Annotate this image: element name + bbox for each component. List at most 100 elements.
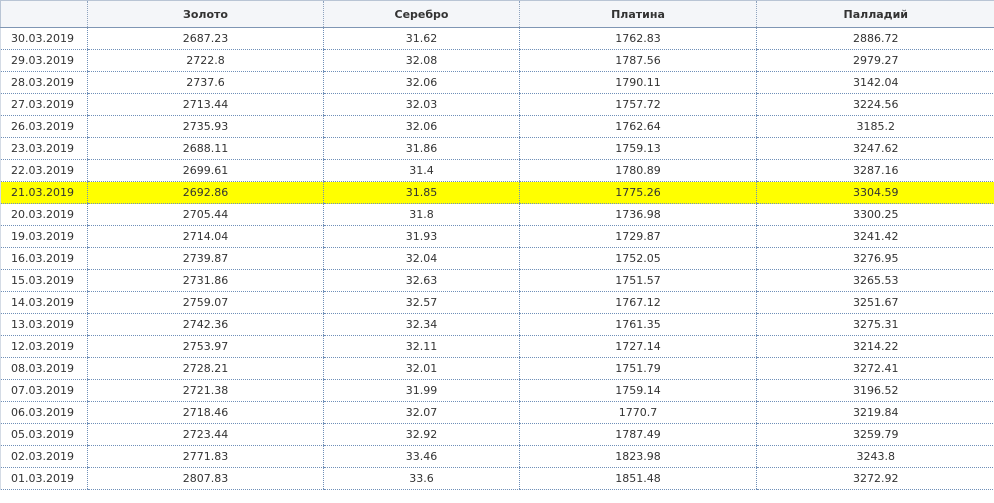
- table-row: 22.03.2019 2699.61 31.4 1780.89 3287.16: [0, 159, 994, 182]
- table-row: 26.03.2019 2735.93 32.06 1762.64 3185.2: [0, 115, 994, 138]
- platinum-price-cell: 1751.79: [519, 357, 757, 380]
- palladium-price-cell: 3142.04: [756, 71, 994, 94]
- silver-price-cell: 31.4: [323, 159, 520, 182]
- silver-price-cell: 32.57: [323, 291, 520, 314]
- header-platinum[interactable]: Платина: [519, 0, 757, 28]
- gold-price-cell: 2687.23: [87, 27, 324, 50]
- gold-price-cell: 2735.93: [87, 115, 324, 138]
- date-cell: 22.03.2019: [0, 159, 88, 182]
- palladium-price-cell: 3272.41: [756, 357, 994, 380]
- header-row: Золото Серебро Платина Палладий: [0, 0, 994, 28]
- date-cell: 20.03.2019: [0, 203, 88, 226]
- palladium-price-cell: 3259.79: [756, 423, 994, 446]
- silver-price-cell: 31.93: [323, 225, 520, 248]
- silver-price-cell: 32.11: [323, 335, 520, 358]
- header-silver[interactable]: Серебро: [323, 0, 520, 28]
- table-row: 16.03.2019 2739.87 32.04 1752.05 3276.95: [0, 247, 994, 270]
- table-row: 12.03.2019 2753.97 32.11 1727.14 3214.22: [0, 335, 994, 358]
- gold-price-cell: 2721.38: [87, 379, 324, 402]
- date-cell: 06.03.2019: [0, 401, 88, 424]
- table-row: 23.03.2019 2688.11 31.86 1759.13 3247.62: [0, 137, 994, 160]
- silver-price-cell: 32.08: [323, 49, 520, 72]
- table-row: 02.03.2019 2771.83 33.46 1823.98 3243.8: [0, 445, 994, 468]
- platinum-price-cell: 1787.56: [519, 49, 757, 72]
- gold-price-cell: 2728.21: [87, 357, 324, 380]
- palladium-price-cell: 3185.2: [756, 115, 994, 138]
- platinum-price-cell: 1727.14: [519, 335, 757, 358]
- silver-price-cell: 32.34: [323, 313, 520, 336]
- silver-price-cell: 32.06: [323, 71, 520, 94]
- gold-price-cell: 2742.36: [87, 313, 324, 336]
- palladium-price-cell: 3265.53: [756, 269, 994, 292]
- palladium-price-cell: 3275.31: [756, 313, 994, 336]
- date-cell: 08.03.2019: [0, 357, 88, 380]
- platinum-price-cell: 1729.87: [519, 225, 757, 248]
- silver-price-cell: 32.07: [323, 401, 520, 424]
- gold-price-cell: 2739.87: [87, 247, 324, 270]
- table-row: 13.03.2019 2742.36 32.34 1761.35 3275.31: [0, 313, 994, 336]
- metal-prices-table: Золото Серебро Платина Палладий 30.03.20…: [0, 0, 994, 490]
- date-cell: 05.03.2019: [0, 423, 88, 446]
- table-row: 14.03.2019 2759.07 32.57 1767.12 3251.67: [0, 291, 994, 314]
- header-palladium[interactable]: Палладий: [756, 0, 994, 28]
- silver-price-cell: 31.62: [323, 27, 520, 50]
- palladium-price-cell: 3300.25: [756, 203, 994, 226]
- date-cell: 28.03.2019: [0, 71, 88, 94]
- platinum-price-cell: 1851.48: [519, 467, 757, 490]
- palladium-price-cell: 3304.59: [756, 181, 994, 204]
- gold-price-cell: 2692.86: [87, 181, 324, 204]
- palladium-price-cell: 3224.56: [756, 93, 994, 116]
- table-row: 06.03.2019 2718.46 32.07 1770.7 3219.84: [0, 401, 994, 424]
- date-cell: 02.03.2019: [0, 445, 88, 468]
- silver-price-cell: 33.46: [323, 445, 520, 468]
- platinum-price-cell: 1780.89: [519, 159, 757, 182]
- silver-price-cell: 32.04: [323, 247, 520, 270]
- palladium-price-cell: 3287.16: [756, 159, 994, 182]
- gold-price-cell: 2771.83: [87, 445, 324, 468]
- gold-price-cell: 2699.61: [87, 159, 324, 182]
- platinum-price-cell: 1761.35: [519, 313, 757, 336]
- date-cell: 27.03.2019: [0, 93, 88, 116]
- gold-price-cell: 2723.44: [87, 423, 324, 446]
- date-cell: 15.03.2019: [0, 269, 88, 292]
- platinum-price-cell: 1790.11: [519, 71, 757, 94]
- palladium-price-cell: 3247.62: [756, 137, 994, 160]
- header-gold[interactable]: Золото: [87, 0, 324, 28]
- silver-price-cell: 32.01: [323, 357, 520, 380]
- silver-price-cell: 32.92: [323, 423, 520, 446]
- date-cell: 26.03.2019: [0, 115, 88, 138]
- date-cell: 23.03.2019: [0, 137, 88, 160]
- palladium-price-cell: 3243.8: [756, 445, 994, 468]
- table-row: 20.03.2019 2705.44 31.8 1736.98 3300.25: [0, 203, 994, 226]
- gold-price-cell: 2759.07: [87, 291, 324, 314]
- table-row-highlighted: 21.03.2019 2692.86 31.85 1775.26 3304.59: [0, 181, 994, 204]
- table-row: 27.03.2019 2713.44 32.03 1757.72 3224.56: [0, 93, 994, 116]
- palladium-price-cell: 3219.84: [756, 401, 994, 424]
- date-cell: 07.03.2019: [0, 379, 88, 402]
- silver-price-cell: 32.03: [323, 93, 520, 116]
- metal-prices-table-container: Золото Серебро Платина Палладий 30.03.20…: [0, 0, 994, 490]
- gold-price-cell: 2714.04: [87, 225, 324, 248]
- table-row: 08.03.2019 2728.21 32.01 1751.79 3272.41: [0, 357, 994, 380]
- silver-price-cell: 32.63: [323, 269, 520, 292]
- palladium-price-cell: 3214.22: [756, 335, 994, 358]
- silver-price-cell: 32.06: [323, 115, 520, 138]
- platinum-price-cell: 1787.49: [519, 423, 757, 446]
- platinum-price-cell: 1736.98: [519, 203, 757, 226]
- date-cell: 30.03.2019: [0, 27, 88, 50]
- palladium-price-cell: 3241.42: [756, 225, 994, 248]
- table-row: 07.03.2019 2721.38 31.99 1759.14 3196.52: [0, 379, 994, 402]
- silver-price-cell: 31.86: [323, 137, 520, 160]
- table-header: Золото Серебро Платина Палладий: [0, 0, 994, 28]
- date-cell: 29.03.2019: [0, 49, 88, 72]
- silver-price-cell: 33.6: [323, 467, 520, 490]
- silver-price-cell: 31.85: [323, 181, 520, 204]
- platinum-price-cell: 1770.7: [519, 401, 757, 424]
- palladium-price-cell: 2979.27: [756, 49, 994, 72]
- platinum-price-cell: 1757.72: [519, 93, 757, 116]
- gold-price-cell: 2713.44: [87, 93, 324, 116]
- gold-price-cell: 2737.6: [87, 71, 324, 94]
- platinum-price-cell: 1751.57: [519, 269, 757, 292]
- gold-price-cell: 2753.97: [87, 335, 324, 358]
- gold-price-cell: 2807.83: [87, 467, 324, 490]
